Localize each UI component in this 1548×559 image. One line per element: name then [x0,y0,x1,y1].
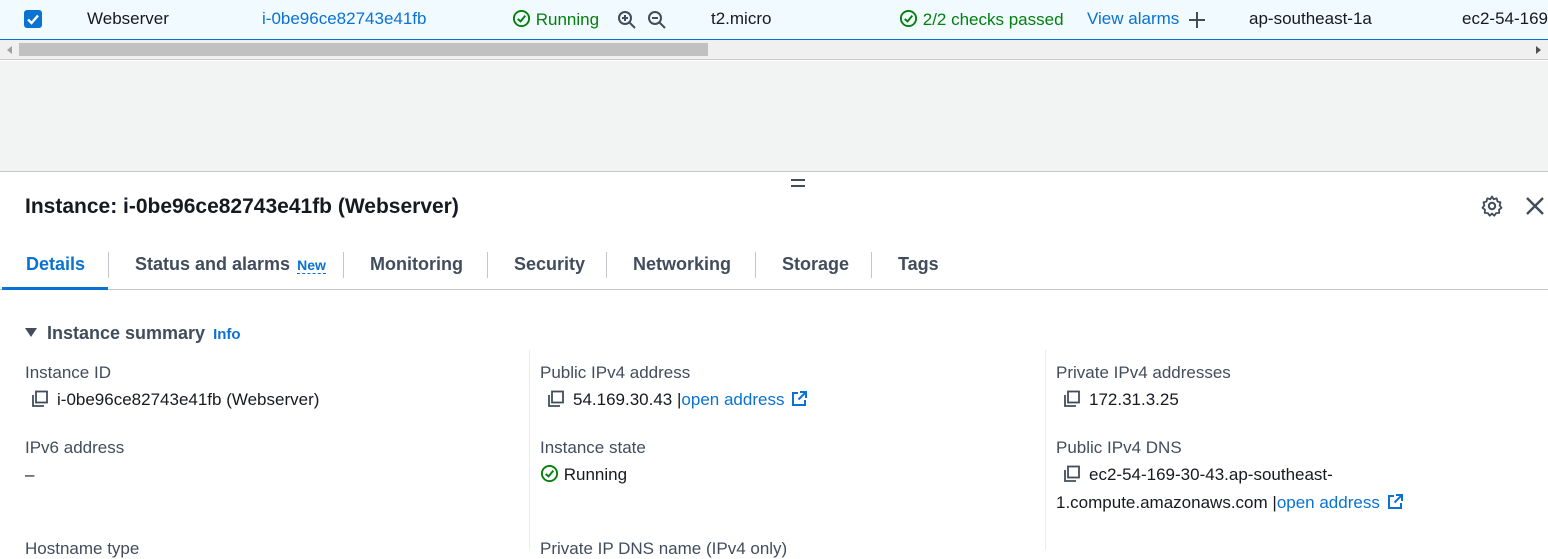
copy-icon[interactable] [547,390,565,408]
copy-icon[interactable] [1063,390,1081,408]
public-dns-label: Public IPv4 DNS [1056,438,1182,457]
tab-storage[interactable]: Storage [782,242,849,289]
tab-divider [343,252,344,278]
column-divider [529,350,530,550]
copy-icon[interactable] [31,390,49,408]
private-ipv4-text: 172.31.3.25 [1089,390,1179,409]
active-tab-indicator [2,287,108,290]
row-instance-id-link[interactable]: i-0be96ce82743e41fb [262,9,426,29]
instance-state-text: Running [563,465,628,484]
scroll-right-arrow-icon[interactable] [1532,44,1544,56]
instance-id-text: i-0be96ce82743e41fb (Webserver) [57,390,320,409]
instance-details-panel: Instance: i-0be96ce82743e41fb (Webserver… [0,172,1548,558]
public-dns-value-line1: ec2-54-169-30-43.ap-southeast- [1063,464,1333,486]
external-link-icon[interactable] [1386,493,1404,511]
new-badge: New [297,257,326,274]
info-link[interactable]: Info [213,326,241,343]
row-name: Webserver [87,9,169,28]
instance-id-label: Instance ID [25,363,111,382]
tab-tags[interactable]: Tags [898,242,939,289]
tab-status-and-alarms-label: Status and alarms [135,254,291,274]
private-ipv4-label: Private IPv4 addresses [1056,363,1231,382]
section-title: Instance summary [47,323,206,343]
resize-handle-icon[interactable] [790,178,806,188]
row-public-dns: ec2-54-169 [1462,9,1548,28]
instance-state-label: Instance state [540,438,646,457]
public-dns-text-cont: 1.compute.amazonaws.com [1056,493,1268,512]
caret-down-icon[interactable] [25,328,37,338]
horizontal-scrollbar[interactable] [0,40,1548,60]
private-dns-label: Private IP DNS name (IPv4 only) [540,539,788,558]
tab-divider [871,252,872,278]
scroll-left-arrow-icon[interactable] [4,44,16,56]
tab-divider [108,252,109,278]
ipv6-value: – [25,465,35,484]
table-empty-area [0,61,1548,172]
row-instance-type: t2.micro [711,9,772,28]
column-divider [1045,350,1046,550]
public-dns-text: ec2-54-169-30-43.ap-southeast- [1089,465,1333,484]
tab-divider [755,252,756,278]
panel-title: Instance: i-0be96ce82743e41fb (Webserver… [25,195,459,218]
tab-divider [606,252,607,278]
public-ipv4-value: 54.169.30.43 |open address [547,389,808,411]
private-ipv4-value: 172.31.3.25 [1063,389,1179,411]
row-status-checks-label: 2/2 checks passed [922,10,1064,29]
public-ipv4-text: 54.169.30.43 [573,390,673,409]
tab-status-and-alarms[interactable]: Status and alarms New [135,242,326,289]
zoom-out-icon[interactable] [647,10,667,35]
tab-monitoring[interactable]: Monitoring [370,242,463,289]
success-check-icon [540,464,559,483]
row-availability-zone: ap-southeast-1a [1249,9,1372,28]
open-address-link[interactable]: open address [1277,493,1380,512]
row-checkbox[interactable] [24,10,42,28]
tab-security[interactable]: Security [514,242,585,289]
checkmark-icon [27,14,39,25]
view-alarms-link[interactable]: View alarms [1087,9,1179,29]
row-state-label: Running [535,10,600,29]
scrollbar-thumb[interactable] [19,43,708,56]
external-link-icon[interactable] [790,390,808,408]
copy-icon[interactable] [1063,465,1081,483]
ipv6-label: IPv6 address [25,438,125,457]
close-icon[interactable] [1524,195,1546,217]
row-status-checks: 2/2 checks passed [899,9,1064,30]
gear-icon[interactable] [1480,194,1504,218]
open-address-link[interactable]: open address [681,390,784,409]
hostname-type-label: Hostname type [25,539,140,558]
zoom-in-icon[interactable] [617,10,637,35]
success-check-icon [512,9,531,28]
tab-details[interactable]: Details [26,242,85,289]
instance-table-row[interactable]: Webserver i-0be96ce82743e41fb Running t2… [0,0,1548,40]
tab-divider [487,252,488,278]
public-dns-value-line2: 1.compute.amazonaws.com |open address [1056,492,1404,514]
details-tabs: Details Status and alarms New Monitoring… [0,242,1548,290]
row-state: Running [512,9,599,30]
add-alarm-icon[interactable] [1187,10,1207,35]
success-check-icon [899,9,918,28]
instance-state-value: Running [540,464,627,486]
instance-id-value: i-0be96ce82743e41fb (Webserver) [31,389,319,411]
tab-networking[interactable]: Networking [633,242,731,289]
public-ipv4-label: Public IPv4 address [540,363,691,382]
instance-summary-header[interactable]: Instance summary Info [25,322,241,346]
